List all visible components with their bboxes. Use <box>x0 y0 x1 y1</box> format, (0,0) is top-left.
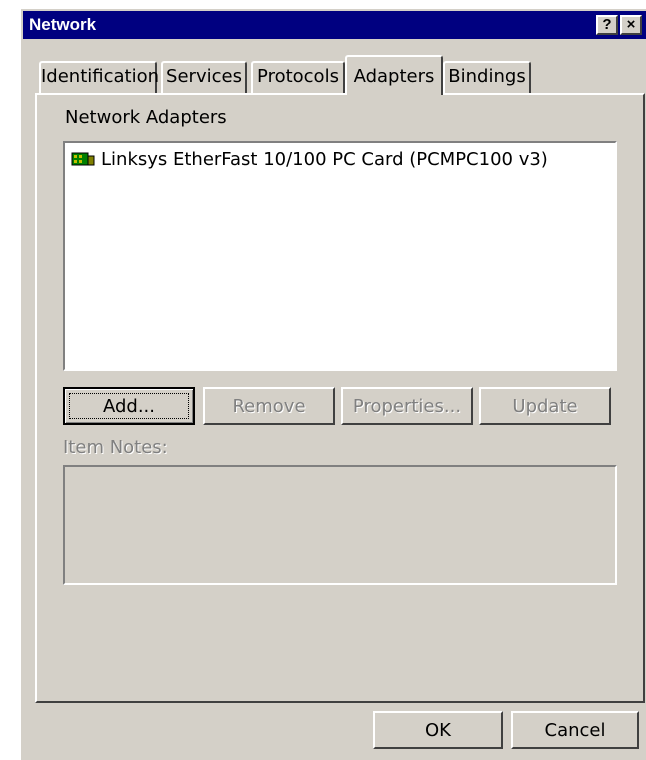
tab-label: Adapters <box>353 66 435 87</box>
close-button[interactable]: × <box>620 15 642 35</box>
adapter-name: Linksys EtherFast 10/100 PC Card (PCMPC1… <box>101 148 548 170</box>
network-adapter-icon <box>71 150 95 168</box>
close-icon: × <box>626 16 636 33</box>
ok-button[interactable]: OK <box>373 711 503 749</box>
network-dialog: Network ? × Identification Services Prot… <box>20 8 646 760</box>
add-button[interactable]: Add... <box>63 387 195 425</box>
cancel-button[interactable]: Cancel <box>511 711 639 749</box>
tab-label: Services <box>166 66 242 87</box>
network-adapters-label: Network Adapters <box>65 107 227 128</box>
update-button[interactable]: Update <box>479 387 611 425</box>
adapters-panel: Network Adapters Linksys EtherFast 10/10… <box>35 93 645 703</box>
properties-button[interactable]: Properties... <box>341 387 473 425</box>
tab-label: Protocols <box>257 66 339 87</box>
help-button[interactable]: ? <box>596 15 618 35</box>
title-bar[interactable]: Network ? × <box>23 11 646 39</box>
focus-rect <box>69 393 189 419</box>
tab-bindings[interactable]: Bindings <box>443 61 531 93</box>
network-adapters-list[interactable]: Linksys EtherFast 10/100 PC Card (PCMPC1… <box>63 141 617 371</box>
item-notes-box <box>63 465 617 585</box>
tab-adapters[interactable]: Adapters <box>345 55 443 95</box>
tab-label: Identification <box>41 66 160 87</box>
tab-label: Bindings <box>448 66 526 87</box>
item-notes-label: Item Notes: <box>63 437 168 458</box>
tab-services[interactable]: Services <box>161 61 247 93</box>
tab-protocols[interactable]: Protocols <box>251 61 345 93</box>
remove-button[interactable]: Remove <box>203 387 335 425</box>
window-title: Network <box>29 15 97 34</box>
list-item[interactable]: Linksys EtherFast 10/100 PC Card (PCMPC1… <box>71 147 548 171</box>
tab-identification[interactable]: Identification <box>39 61 160 93</box>
